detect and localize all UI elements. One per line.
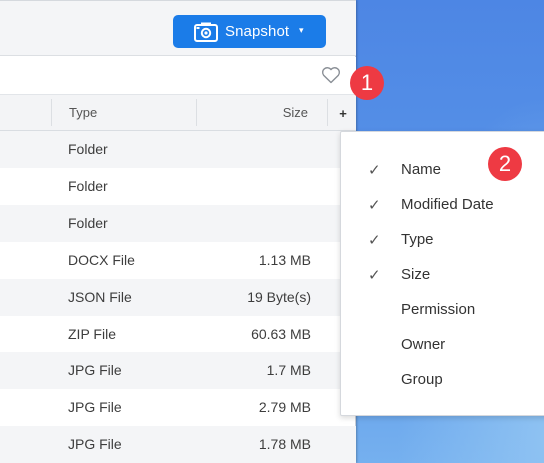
menu-item-modified-date[interactable]: ✓ Modified Date	[341, 188, 544, 223]
column-divider[interactable]	[327, 99, 328, 126]
cell-type: JPG File	[68, 399, 122, 416]
toolbar: Snapshot ▾	[0, 0, 356, 56]
menu-item-label: Permission	[401, 301, 476, 318]
menu-item-permission[interactable]: Permission	[341, 293, 544, 328]
menu-item-label: Name	[401, 161, 442, 178]
table-row[interactable]: ZIP File 60.63 MB	[0, 316, 356, 353]
checkmark-icon: ✓	[368, 197, 381, 214]
cell-type: Folder	[68, 177, 108, 194]
cell-size: 1.78 MB	[258, 436, 311, 453]
checkmark-icon: ✓	[368, 232, 381, 249]
table-row[interactable]: JPG File 1.78 MB	[0, 426, 356, 463]
cell-type: JPG File	[68, 436, 122, 453]
table-row[interactable]: Folder	[0, 168, 356, 205]
menu-item-label: Group	[401, 371, 443, 388]
table-row[interactable]: Folder	[0, 204, 356, 242]
cell-size: 1.13 MB	[258, 251, 311, 268]
callout-badge-1: 1	[350, 66, 384, 100]
file-browser-window: Snapshot ▾ Type Size + Folder Folder Folde…	[0, 0, 356, 463]
snapshot-button-label: Snapshot	[225, 23, 290, 40]
column-header: Type Size	[0, 95, 356, 131]
menu-item-label: Owner	[401, 336, 446, 353]
menu-item-group[interactable]: Group	[341, 363, 544, 398]
cell-size: 60.63 MB	[251, 325, 311, 342]
column-header-size[interactable]: Size	[240, 105, 308, 120]
cell-type: Folder	[68, 141, 108, 157]
cell-type: DOCX File	[68, 251, 135, 268]
cell-type: Folder	[68, 214, 108, 231]
callout-badge-2: 2	[488, 147, 522, 181]
cell-type: JSON File	[68, 288, 132, 305]
menu-item-size[interactable]: ✓ Size	[341, 258, 544, 293]
table-row[interactable]: JPG File 1.7 MB	[0, 352, 356, 390]
table-row[interactable]: JSON File 19 Byte(s)	[0, 278, 356, 316]
column-header-type[interactable]: Type	[69, 105, 97, 120]
checkmark-icon: ✓	[368, 267, 381, 284]
column-divider[interactable]	[51, 99, 52, 126]
menu-item-type[interactable]: ✓ Type	[341, 223, 544, 258]
camera-icon	[194, 22, 218, 42]
add-column-button[interactable]: +	[336, 106, 350, 121]
menu-item-label: Modified Date	[401, 196, 494, 213]
filter-bar	[0, 57, 356, 95]
snapshot-button[interactable]: Snapshot ▾	[173, 15, 326, 48]
menu-item-label: Size	[401, 266, 431, 283]
table-row[interactable]: Folder	[0, 131, 356, 168]
table-row[interactable]: JPG File 2.79 MB	[0, 389, 356, 426]
cell-size: 19 Byte(s)	[247, 288, 311, 305]
cell-type: JPG File	[68, 362, 122, 379]
menu-item-label: Type	[401, 231, 434, 248]
cell-type: ZIP File	[68, 325, 116, 342]
checkmark-icon: ✓	[368, 162, 381, 179]
table-row[interactable]: DOCX File 1.13 MB	[0, 242, 356, 279]
menu-item-owner[interactable]: Owner	[341, 328, 544, 363]
heart-icon[interactable]	[321, 66, 341, 84]
column-divider[interactable]	[196, 99, 197, 126]
chevron-down-icon: ▾	[299, 25, 304, 35]
cell-size: 1.7 MB	[266, 362, 311, 379]
cell-size: 2.79 MB	[258, 399, 311, 416]
